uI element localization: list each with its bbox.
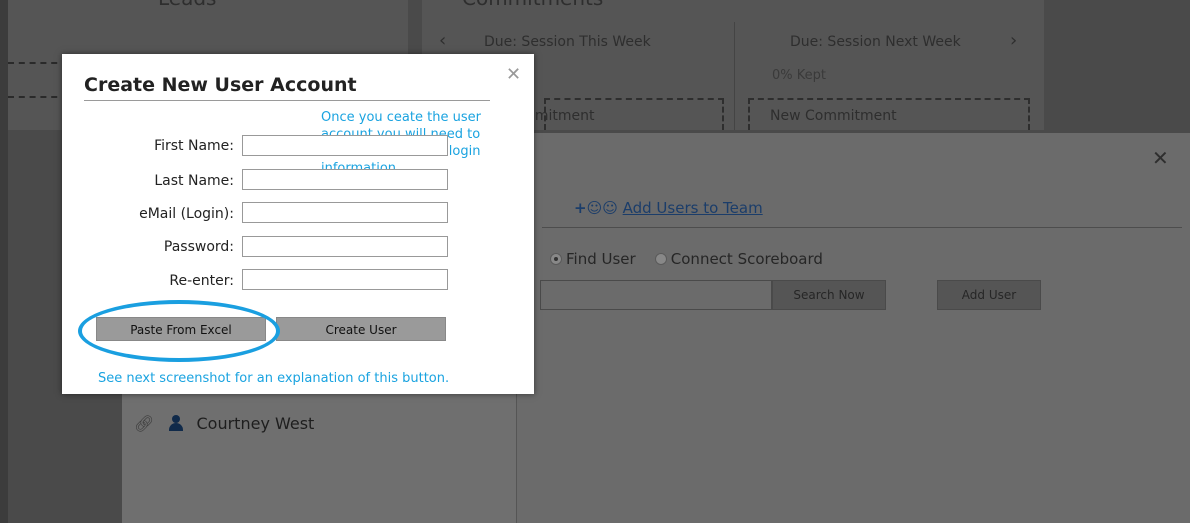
email-field[interactable] [242,202,448,223]
leads-dashed-line [8,62,68,64]
last-name-field[interactable] [242,169,448,190]
email-label: eMail (Login): [139,206,234,222]
tab-add-users-label: Add Users to Team [622,199,763,217]
password-field[interactable] [242,236,448,257]
commitments-col-this-week: Due: Session This Week [484,34,651,50]
leads-dashed-line [8,96,68,98]
commitments-title: Commitments [462,0,603,10]
last-name-label: Last Name: [154,173,234,189]
create-user-modal: Create New User Account ✕ Once you ceate… [62,54,534,394]
close-icon[interactable]: ✕ [1152,146,1169,170]
modal-title-divider [84,100,490,101]
search-now-button[interactable]: Search Now [772,280,886,310]
add-user-button[interactable]: Add User [937,280,1041,310]
list-item[interactable]: 🔗︎ Courtney West [134,413,314,433]
search-mode-radios: Find User Connect Scoreboard [550,250,823,268]
new-commitment-box[interactable]: nmitment [526,98,724,130]
chevron-right-icon[interactable]: › [1010,30,1017,51]
radio-find-user-label: Find User [566,250,636,268]
new-commitment-label: New Commitment [770,108,897,124]
new-commitment-label: nmitment [526,108,595,124]
add-users-icon: +☺☺ [574,199,618,217]
tab-add-users[interactable]: +☺☺ Add Users to Team [574,199,763,217]
user-search-input[interactable] [540,280,772,310]
radio-connect-scoreboard[interactable] [654,253,667,265]
commitments-kept: 0% Kept [772,68,826,83]
commitments-divider [734,22,735,130]
new-commitment-box[interactable]: New Commitment [748,98,1030,130]
contact-name: Courtney West [196,414,315,433]
create-user-button[interactable]: Create User [276,317,446,341]
left-strip [0,0,8,523]
button-explanation-note: See next screenshot for an explanation o… [98,371,450,386]
radio-connect-scoreboard-label: Connect Scoreboard [670,250,823,268]
commitments-col-next-week: Due: Session Next Week [790,34,961,50]
password-label: Password: [163,239,234,255]
modal-title: Create New User Account [84,74,357,96]
radio-find-user[interactable] [550,253,562,265]
reenter-password-field[interactable] [242,269,448,290]
tab-divider [542,227,1182,228]
annotation-highlight-ellipse [78,300,280,362]
first-name-field[interactable] [242,135,448,156]
first-name-label: First Name: [154,138,234,154]
leads-title: Leads [158,0,216,10]
link-icon[interactable]: 🔗︎ [134,414,154,433]
chevron-left-icon[interactable]: ‹ [439,30,446,51]
reenter-label: Re-enter: [169,273,234,289]
close-icon[interactable]: ✕ [506,64,521,85]
person-icon [169,415,184,431]
